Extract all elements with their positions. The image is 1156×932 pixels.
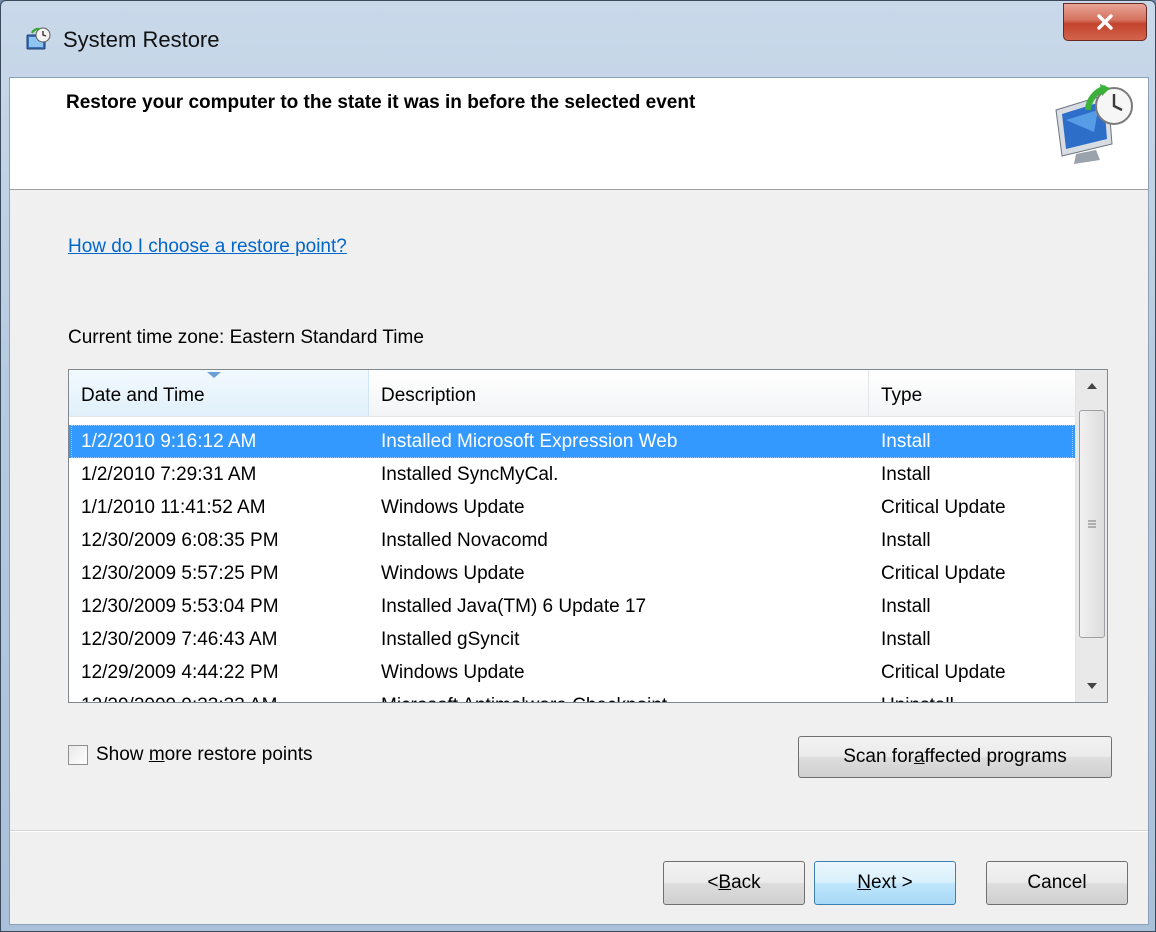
close-icon <box>1097 14 1113 30</box>
page-title: Restore your computer to the state it wa… <box>66 92 696 113</box>
cell-type: Install <box>881 629 931 650</box>
column-type[interactable]: Type <box>869 370 1075 416</box>
window-title: System Restore <box>63 27 220 52</box>
cell-date: 12/30/2009 7:46:43 AM <box>81 629 278 650</box>
arrow-down-icon <box>1087 683 1097 689</box>
timezone-label: Current time zone: Eastern Standard Time <box>68 327 424 348</box>
restore-points-list[interactable]: Date and Time Description Type 1/2/2010 … <box>68 369 1108 703</box>
cell-description: Installed gSyncit <box>381 629 520 650</box>
column-label: Date and Time <box>81 385 205 406</box>
show-more-restore-points[interactable]: Show more restore points <box>68 742 313 768</box>
help-link[interactable]: How do I choose a restore point? <box>68 236 347 258</box>
column-label: Description <box>381 385 477 406</box>
cell-date: 1/1/2010 11:41:52 AM <box>81 497 266 518</box>
cell-date: 12/30/2009 6:08:35 PM <box>81 530 279 551</box>
scroll-up-button[interactable] <box>1076 370 1107 402</box>
arrow-up-icon <box>1087 383 1097 389</box>
table-row[interactable]: 12/30/2009 5:53:04 PM Installed Java(TM) … <box>69 590 1075 623</box>
table-row[interactable]: 1/1/2010 11:41:52 AM Windows Update Critic… <box>69 491 1075 524</box>
client-area: Restore your computer to the state it wa… <box>9 77 1149 925</box>
cell-type: Critical Update <box>881 563 1006 584</box>
cell-date: 1/2/2010 7:29:31 AM <box>81 464 257 485</box>
wizard-header: Restore your computer to the state it wa… <box>10 78 1148 190</box>
list-header: Date and Time Description Type <box>69 370 1075 417</box>
system-restore-monitor-icon <box>1055 84 1133 164</box>
footer-divider <box>10 830 1148 832</box>
cell-date: 1/2/2010 9:16:12 AM <box>81 431 257 452</box>
cell-description: Installed Novacomd <box>381 530 548 551</box>
cell-type: Install <box>881 464 931 485</box>
cell-description: Windows Update <box>381 563 525 584</box>
back-button[interactable]: < Back <box>663 861 805 905</box>
cell-type: Critical Update <box>881 497 1006 518</box>
cell-description: Installed Java(TM) 6 Update 17 <box>381 596 647 617</box>
cell-description: Installed Microsoft Expression Web <box>381 431 678 452</box>
table-row[interactable]: 12/29/2009 4:44:22 PM Windows Update Criti… <box>69 656 1075 689</box>
table-row[interactable]: 12/30/2009 7:46:43 AM Installed gSyncit In… <box>69 623 1075 656</box>
cell-date: 12/29/2009 9:33:33 AM <box>69 689 369 702</box>
cell-description: Installed SyncMyCal. <box>381 464 559 485</box>
cell-type: Install <box>881 530 931 551</box>
show-more-label: Show more restore points <box>96 744 313 765</box>
cell-type: Uninstall <box>869 689 1075 702</box>
cell-description: Windows Update <box>381 497 525 518</box>
table-row[interactable]: 1/2/2010 9:16:12 AM Installed Microsoft E… <box>69 425 1075 458</box>
cancel-button[interactable]: Cancel <box>986 861 1128 905</box>
cell-date: 12/30/2009 5:53:04 PM <box>81 596 279 617</box>
scan-affected-programs-button[interactable]: Scan for a ffected programs <box>798 736 1112 778</box>
sort-arrow-icon <box>207 372 221 378</box>
table-row[interactable]: 12/30/2009 5:57:25 PM Windows Update Criti… <box>69 557 1075 590</box>
cell-date: 12/30/2009 5:57:25 PM <box>81 563 279 584</box>
grip-icon <box>1088 520 1096 528</box>
title-bar[interactable]: System Restore <box>1 1 1155 77</box>
column-description[interactable]: Description <box>369 370 869 416</box>
vertical-scrollbar[interactable] <box>1075 370 1107 702</box>
cell-type: Critical Update <box>881 662 1006 683</box>
cell-description: Microsoft Antimalware Checkpoint <box>369 689 869 702</box>
system-restore-icon <box>26 27 51 50</box>
table-row[interactable]: 12/30/2009 6:08:35 PM Installed Novacomd I… <box>69 524 1075 557</box>
cell-type: Install <box>881 431 931 452</box>
next-button[interactable]: Next > <box>814 861 956 905</box>
column-label: Type <box>881 385 923 406</box>
system-restore-window: System Restore Restore your computer to … <box>0 0 1156 932</box>
cell-date: 12/29/2009 4:44:22 PM <box>81 662 279 683</box>
close-button[interactable] <box>1063 3 1147 41</box>
show-more-checkbox[interactable] <box>68 745 88 765</box>
cell-type: Install <box>881 596 931 617</box>
table-row[interactable]: 12/29/2009 9:33:33 AMMicrosoft Antimalwa… <box>69 689 1075 702</box>
table-row[interactable]: 1/2/2010 7:29:31 AM Installed SyncMyCal. I… <box>69 458 1075 491</box>
column-date-time[interactable]: Date and Time <box>69 370 369 416</box>
scroll-down-button[interactable] <box>1076 670 1107 702</box>
cell-description: Windows Update <box>381 662 525 683</box>
scroll-thumb[interactable] <box>1079 410 1105 638</box>
